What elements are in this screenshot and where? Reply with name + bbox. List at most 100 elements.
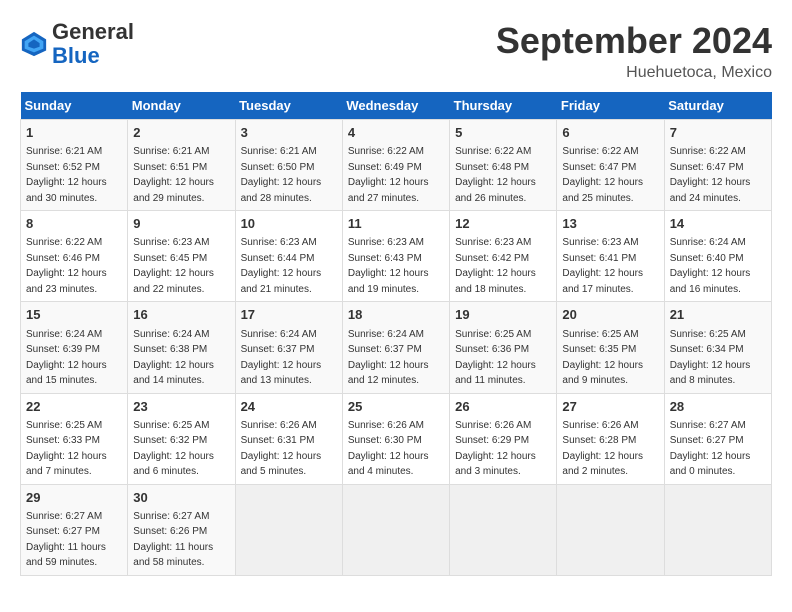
- day-cell: 9 Sunrise: 6:23 AMSunset: 6:45 PMDayligh…: [128, 211, 235, 302]
- day-number: 29: [26, 489, 122, 507]
- day-info: Sunrise: 6:22 AMSunset: 6:47 PMDaylight:…: [670, 146, 751, 204]
- day-info: Sunrise: 6:26 AMSunset: 6:31 PMDaylight:…: [241, 420, 322, 478]
- day-cell: 1 Sunrise: 6:21 AMSunset: 6:52 PMDayligh…: [21, 120, 128, 211]
- day-info: Sunrise: 6:23 AMSunset: 6:44 PMDaylight:…: [241, 237, 322, 295]
- day-info: Sunrise: 6:22 AMSunset: 6:49 PMDaylight:…: [348, 146, 429, 204]
- day-number: 3: [241, 124, 337, 142]
- day-info: Sunrise: 6:25 AMSunset: 6:33 PMDaylight:…: [26, 420, 107, 478]
- day-info: Sunrise: 6:21 AMSunset: 6:51 PMDaylight:…: [133, 146, 214, 204]
- day-info: Sunrise: 6:22 AMSunset: 6:46 PMDaylight:…: [26, 237, 107, 295]
- day-number: 22: [26, 398, 122, 416]
- day-cell: 2 Sunrise: 6:21 AMSunset: 6:51 PMDayligh…: [128, 120, 235, 211]
- calendar-body: 1 Sunrise: 6:21 AMSunset: 6:52 PMDayligh…: [21, 120, 772, 576]
- day-info: Sunrise: 6:25 AMSunset: 6:32 PMDaylight:…: [133, 420, 214, 478]
- day-info: Sunrise: 6:21 AMSunset: 6:52 PMDaylight:…: [26, 146, 107, 204]
- day-cell: 20 Sunrise: 6:25 AMSunset: 6:35 PMDaylig…: [557, 302, 664, 393]
- day-info: Sunrise: 6:25 AMSunset: 6:36 PMDaylight:…: [455, 329, 536, 387]
- day-cell: [450, 484, 557, 575]
- day-number: 6: [562, 124, 658, 142]
- day-info: Sunrise: 6:23 AMSunset: 6:43 PMDaylight:…: [348, 237, 429, 295]
- day-number: 14: [670, 215, 766, 233]
- day-number: 4: [348, 124, 444, 142]
- logo-line1: General: [52, 20, 134, 44]
- day-number: 5: [455, 124, 551, 142]
- dow-wednesday: Wednesday: [342, 92, 449, 120]
- day-number: 24: [241, 398, 337, 416]
- day-number: 25: [348, 398, 444, 416]
- day-number: 21: [670, 306, 766, 324]
- day-number: 27: [562, 398, 658, 416]
- month-title: September 2024: [496, 20, 772, 62]
- dow-friday: Friday: [557, 92, 664, 120]
- day-number: 11: [348, 215, 444, 233]
- day-info: Sunrise: 6:26 AMSunset: 6:28 PMDaylight:…: [562, 420, 643, 478]
- day-info: Sunrise: 6:26 AMSunset: 6:30 PMDaylight:…: [348, 420, 429, 478]
- day-number: 20: [562, 306, 658, 324]
- day-number: 30: [133, 489, 229, 507]
- day-cell: 14 Sunrise: 6:24 AMSunset: 6:40 PMDaylig…: [664, 211, 771, 302]
- day-info: Sunrise: 6:25 AMSunset: 6:34 PMDaylight:…: [670, 329, 751, 387]
- calendar-table: SundayMondayTuesdayWednesdayThursdayFrid…: [20, 92, 772, 576]
- day-cell: 5 Sunrise: 6:22 AMSunset: 6:48 PMDayligh…: [450, 120, 557, 211]
- day-cell: 12 Sunrise: 6:23 AMSunset: 6:42 PMDaylig…: [450, 211, 557, 302]
- day-cell: 3 Sunrise: 6:21 AMSunset: 6:50 PMDayligh…: [235, 120, 342, 211]
- day-number: 19: [455, 306, 551, 324]
- week-row-2: 8 Sunrise: 6:22 AMSunset: 6:46 PMDayligh…: [21, 211, 772, 302]
- day-cell: 15 Sunrise: 6:24 AMSunset: 6:39 PMDaylig…: [21, 302, 128, 393]
- dow-monday: Monday: [128, 92, 235, 120]
- day-number: 7: [670, 124, 766, 142]
- day-info: Sunrise: 6:27 AMSunset: 6:27 PMDaylight:…: [26, 511, 106, 569]
- day-number: 8: [26, 215, 122, 233]
- day-cell: [664, 484, 771, 575]
- day-info: Sunrise: 6:24 AMSunset: 6:39 PMDaylight:…: [26, 329, 107, 387]
- days-of-week-row: SundayMondayTuesdayWednesdayThursdayFrid…: [21, 92, 772, 120]
- day-info: Sunrise: 6:24 AMSunset: 6:37 PMDaylight:…: [348, 329, 429, 387]
- day-number: 23: [133, 398, 229, 416]
- day-info: Sunrise: 6:23 AMSunset: 6:41 PMDaylight:…: [562, 237, 643, 295]
- day-cell: 21 Sunrise: 6:25 AMSunset: 6:34 PMDaylig…: [664, 302, 771, 393]
- day-number: 13: [562, 215, 658, 233]
- day-cell: [557, 484, 664, 575]
- day-number: 1: [26, 124, 122, 142]
- day-cell: 10 Sunrise: 6:23 AMSunset: 6:44 PMDaylig…: [235, 211, 342, 302]
- logo: General Blue: [20, 20, 134, 68]
- day-number: 16: [133, 306, 229, 324]
- day-info: Sunrise: 6:27 AMSunset: 6:27 PMDaylight:…: [670, 420, 751, 478]
- title-block: September 2024 Huehuetoca, Mexico: [496, 20, 772, 82]
- week-row-3: 15 Sunrise: 6:24 AMSunset: 6:39 PMDaylig…: [21, 302, 772, 393]
- day-cell: 27 Sunrise: 6:26 AMSunset: 6:28 PMDaylig…: [557, 393, 664, 484]
- day-number: 15: [26, 306, 122, 324]
- logo-icon: [20, 30, 48, 58]
- day-info: Sunrise: 6:23 AMSunset: 6:42 PMDaylight:…: [455, 237, 536, 295]
- day-cell: [235, 484, 342, 575]
- day-number: 2: [133, 124, 229, 142]
- dow-sunday: Sunday: [21, 92, 128, 120]
- day-cell: 28 Sunrise: 6:27 AMSunset: 6:27 PMDaylig…: [664, 393, 771, 484]
- dow-thursday: Thursday: [450, 92, 557, 120]
- day-cell: 25 Sunrise: 6:26 AMSunset: 6:30 PMDaylig…: [342, 393, 449, 484]
- week-row-5: 29 Sunrise: 6:27 AMSunset: 6:27 PMDaylig…: [21, 484, 772, 575]
- week-row-4: 22 Sunrise: 6:25 AMSunset: 6:33 PMDaylig…: [21, 393, 772, 484]
- day-info: Sunrise: 6:27 AMSunset: 6:26 PMDaylight:…: [133, 511, 213, 569]
- day-cell: 16 Sunrise: 6:24 AMSunset: 6:38 PMDaylig…: [128, 302, 235, 393]
- logo-line2: Blue: [52, 44, 134, 68]
- day-cell: 30 Sunrise: 6:27 AMSunset: 6:26 PMDaylig…: [128, 484, 235, 575]
- day-info: Sunrise: 6:23 AMSunset: 6:45 PMDaylight:…: [133, 237, 214, 295]
- page-header: General Blue September 2024 Huehuetoca, …: [20, 20, 772, 82]
- day-number: 26: [455, 398, 551, 416]
- day-number: 17: [241, 306, 337, 324]
- day-cell: 13 Sunrise: 6:23 AMSunset: 6:41 PMDaylig…: [557, 211, 664, 302]
- dow-tuesday: Tuesday: [235, 92, 342, 120]
- day-cell: 23 Sunrise: 6:25 AMSunset: 6:32 PMDaylig…: [128, 393, 235, 484]
- day-cell: 18 Sunrise: 6:24 AMSunset: 6:37 PMDaylig…: [342, 302, 449, 393]
- day-cell: 26 Sunrise: 6:26 AMSunset: 6:29 PMDaylig…: [450, 393, 557, 484]
- day-info: Sunrise: 6:24 AMSunset: 6:37 PMDaylight:…: [241, 329, 322, 387]
- day-info: Sunrise: 6:25 AMSunset: 6:35 PMDaylight:…: [562, 329, 643, 387]
- day-info: Sunrise: 6:21 AMSunset: 6:50 PMDaylight:…: [241, 146, 322, 204]
- day-cell: 22 Sunrise: 6:25 AMSunset: 6:33 PMDaylig…: [21, 393, 128, 484]
- day-info: Sunrise: 6:22 AMSunset: 6:47 PMDaylight:…: [562, 146, 643, 204]
- day-number: 28: [670, 398, 766, 416]
- day-number: 18: [348, 306, 444, 324]
- day-cell: 8 Sunrise: 6:22 AMSunset: 6:46 PMDayligh…: [21, 211, 128, 302]
- day-cell: 17 Sunrise: 6:24 AMSunset: 6:37 PMDaylig…: [235, 302, 342, 393]
